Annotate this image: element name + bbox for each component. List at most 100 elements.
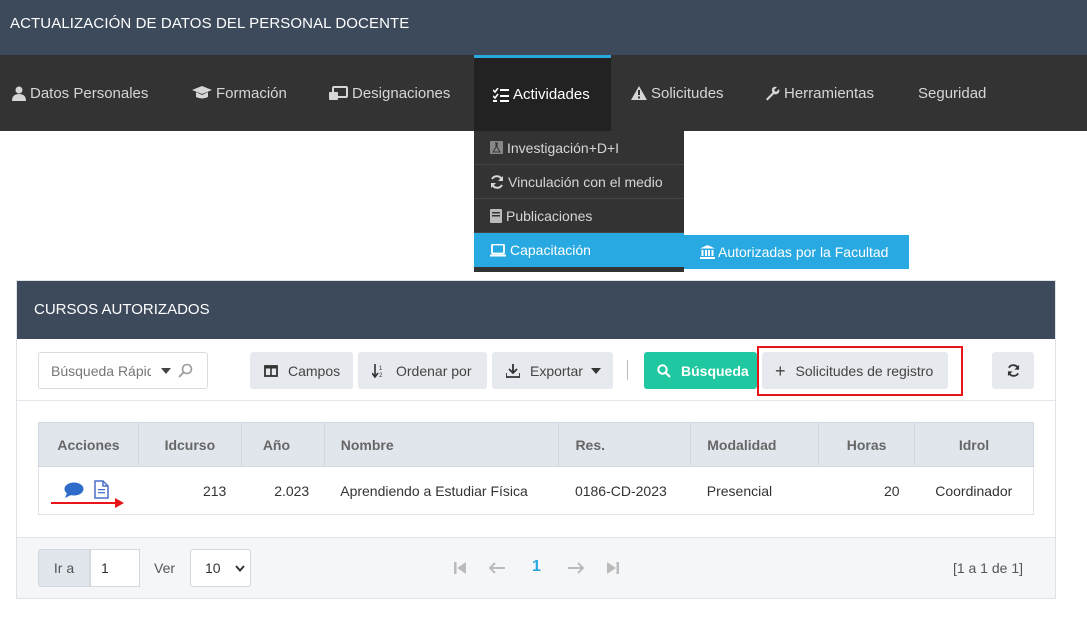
laptop-icon <box>490 243 506 256</box>
page-number-input[interactable]: 1 <box>90 549 140 587</box>
toolbar-divider <box>627 360 628 380</box>
sort-icon: 12 <box>372 363 383 378</box>
search-icon <box>657 363 671 378</box>
svg-text:2: 2 <box>379 373 383 378</box>
nav-label: Datos Personales <box>30 84 149 102</box>
cell-res: 0186-CD-2023 <box>558 466 691 515</box>
col-idcurso[interactable]: Idcurso <box>137 422 242 467</box>
columns-icon <box>264 364 278 377</box>
nav-formacion[interactable]: Formación <box>192 55 287 131</box>
next-page-icon[interactable] <box>568 562 584 574</box>
col-acciones[interactable]: Acciones <box>38 422 139 467</box>
cell-horas: 20 <box>818 466 915 515</box>
campos-label: Campos <box>288 362 341 379</box>
busqueda-button[interactable]: Búsqueda <box>644 352 757 389</box>
document-icon[interactable] <box>94 479 109 499</box>
quick-search-placeholder: Búsqueda Rápida <box>51 362 151 379</box>
dropdown-item-capacitacion[interactable]: Capacitación <box>474 233 684 267</box>
list-icon <box>493 87 509 102</box>
main-nav: Datos Personales Formación Designaciones… <box>0 55 1087 131</box>
first-page-icon[interactable] <box>454 562 466 574</box>
col-anio[interactable]: Año <box>240 422 325 467</box>
cell-idrol: Coordinador <box>914 466 1034 515</box>
dropdown-bottom <box>474 267 684 272</box>
refresh-button[interactable] <box>992 352 1034 389</box>
record-count: [1 a 1 de 1] <box>952 560 1023 576</box>
ordenar-button[interactable]: 12 Ordenar por <box>358 352 487 389</box>
nav-designaciones[interactable]: Designaciones <box>329 55 450 131</box>
ver-label: Ver <box>154 560 176 576</box>
nav-label: Herramientas <box>784 84 875 102</box>
page-size-select[interactable]: 10 <box>190 549 251 587</box>
submenu-autorizadas-facultad[interactable]: Autorizadas por la Facultad <box>684 235 909 269</box>
busqueda-label: Búsqueda <box>681 362 749 379</box>
search-icon[interactable] <box>178 363 193 378</box>
download-icon <box>506 363 520 378</box>
wrench-icon <box>766 86 780 100</box>
cell-idcurso: 213 <box>138 466 242 515</box>
actividades-dropdown: Investigación+D+I Vinculación con el med… <box>474 131 684 272</box>
table-header-row: Acciones Idcurso Año Nombre Res. Modalid… <box>38 422 1034 467</box>
page-size-value: 10 <box>205 560 221 576</box>
book-icon <box>490 208 502 223</box>
institution-icon <box>700 245 715 259</box>
nav-seguridad[interactable]: Seguridad <box>918 55 986 131</box>
current-page[interactable]: 1 <box>532 558 541 576</box>
campos-button[interactable]: Campos <box>250 352 353 389</box>
caret-down-icon[interactable] <box>161 367 171 374</box>
nav-datos-personales[interactable]: Datos Personales <box>12 55 148 131</box>
nav-label: Formación <box>216 84 287 102</box>
nav-label: Actividades <box>513 86 590 103</box>
refresh-icon <box>491 174 503 189</box>
col-modalidad[interactable]: Modalidad <box>690 422 820 467</box>
annotation-arrow <box>51 498 124 508</box>
exportar-button[interactable]: Exportar <box>492 352 613 389</box>
nav-label: Solicitudes <box>651 84 724 102</box>
cell-nombre: Aprendiendo a Estudiar Física <box>324 466 559 515</box>
graduation-cap-icon <box>192 86 212 99</box>
col-res[interactable]: Res. <box>558 422 692 467</box>
flask-icon <box>490 141 503 154</box>
comment-icon[interactable] <box>64 482 84 499</box>
dropdown-label: Investigación+D+I <box>507 139 620 156</box>
caret-down-icon <box>590 367 601 374</box>
warning-icon <box>631 86 647 100</box>
nav-herramientas[interactable]: Herramientas <box>765 55 874 131</box>
last-page-icon[interactable] <box>607 562 619 574</box>
dropdown-label: Publicaciones <box>506 207 593 224</box>
dropdown-item-investigacion[interactable]: Investigación+D+I <box>474 131 684 165</box>
nav-actividades[interactable]: Actividades <box>474 55 611 131</box>
laptop-icon <box>329 85 348 100</box>
panel-title: CURSOS AUTORIZADOS <box>17 281 1055 339</box>
app-title: ACTUALIZACIÓN DE DATOS DEL PERSONAL DOCE… <box>10 15 410 32</box>
toolbar: Búsqueda Rápida Campos 12 Ordenar por Ex… <box>17 339 1055 401</box>
prev-page-icon[interactable] <box>489 562 505 574</box>
nav-solicitudes[interactable]: Solicitudes <box>631 55 724 131</box>
cursos-table: Acciones Idcurso Año Nombre Res. Modalid… <box>38 422 1034 515</box>
svg-text:1: 1 <box>379 366 383 372</box>
dropdown-item-publicaciones[interactable]: Publicaciones <box>474 199 684 233</box>
nav-label: Designaciones <box>352 84 451 102</box>
ir-a-button[interactable]: Ir a <box>38 549 90 587</box>
dropdown-item-vinculacion[interactable]: Vinculación con el medio <box>474 165 684 199</box>
col-idrol[interactable]: Idrol <box>914 422 1034 467</box>
app-header: ACTUALIZACIÓN DE DATOS DEL PERSONAL DOCE… <box>0 0 1087 55</box>
exportar-label: Exportar <box>530 362 583 379</box>
col-nombre[interactable]: Nombre <box>323 422 560 467</box>
chevron-down-icon <box>234 564 245 572</box>
dropdown-label: Capacitación <box>510 242 591 258</box>
cell-anio: 2.023 <box>241 466 325 515</box>
nav-label: Seguridad <box>918 84 987 102</box>
ordenar-label: Ordenar por <box>396 362 472 379</box>
col-horas[interactable]: Horas <box>818 422 916 467</box>
table-row: 213 2.023 Aprendiendo a Estudiar Física … <box>38 466 1034 515</box>
cell-modalidad: Presencial <box>690 466 819 515</box>
dropdown-label: Vinculación con el medio <box>508 173 663 190</box>
pagination-footer: Ir a 1 Ver 10 1 [1 a 1 de 1] <box>17 537 1055 598</box>
annotation-highlight-box <box>757 346 963 396</box>
quick-search-input[interactable]: Búsqueda Rápida <box>38 352 208 389</box>
refresh-icon <box>1007 364 1019 377</box>
submenu-label: Autorizadas por la Facultad <box>718 244 889 260</box>
cursos-panel: CURSOS AUTORIZADOS Búsqueda Rápida Campo… <box>16 280 1056 599</box>
user-icon <box>12 86 26 101</box>
